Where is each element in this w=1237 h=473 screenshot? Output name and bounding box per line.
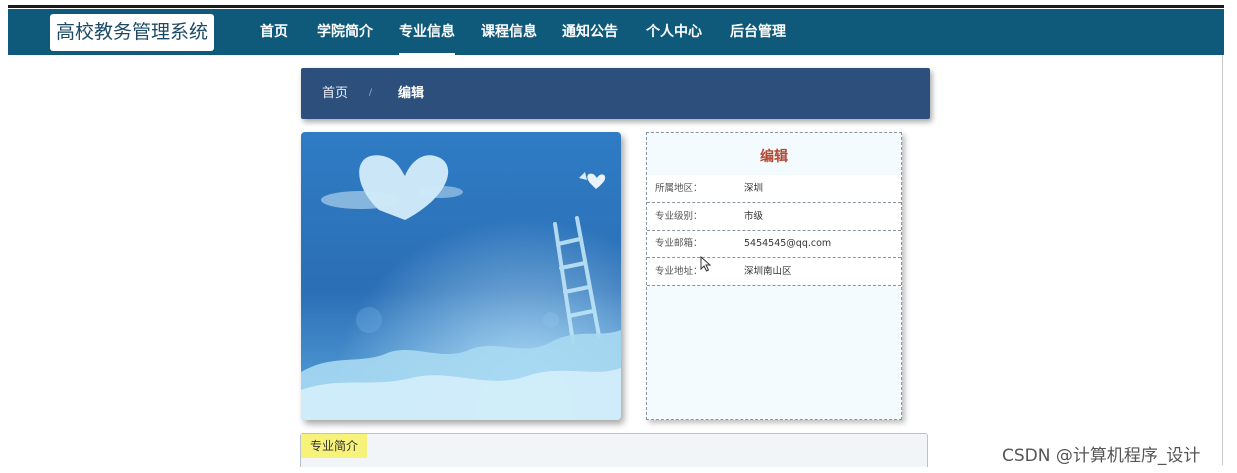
sky-heart-cloud-ladder-image [301,132,621,420]
detail-value: 5454545@qq.com [744,238,832,249]
nav-item-course-info[interactable]: 课程信息 [481,9,537,55]
detail-row-address: 专业地址： 深圳南山区 [647,258,901,286]
detail-label: 专业邮箱： [655,238,703,249]
nav-item-home[interactable]: 首页 [260,9,288,55]
detail-row-region: 所属地区： 深圳 [647,175,901,203]
breadcrumb-home-link[interactable]: 首页 [322,68,348,119]
detail-label: 专业级别： [655,211,703,222]
major-intro-panel: 专业简介 [300,433,928,467]
breadcrumb: 首页 / 编辑 [301,68,930,119]
page-right-edge [1222,55,1223,465]
nav-item-college-intro[interactable]: 学院简介 [317,9,373,55]
detail-value: 深圳南山区 [744,266,792,277]
site-brand[interactable]: 高校教务管理系统 [50,14,215,51]
top-border-rule [8,5,1224,8]
detail-value: 深圳 [744,183,764,194]
mouse-pointer-icon [700,256,712,272]
major-detail-card: 编辑 所属地区： 深圳 专业级别： 市级 专业邮箱： 5454545@qq.co… [646,132,902,420]
nav-item-admin[interactable]: 后台管理 [730,9,786,55]
detail-label: 所属地区： [655,183,703,194]
detail-row-email: 专业邮箱： 5454545@qq.com [647,230,901,258]
detail-card-title: 编辑 [760,149,788,165]
detail-label: 专业地址： [655,266,703,277]
breadcrumb-separator: / [369,88,373,98]
nav-item-personal-center[interactable]: 个人中心 [646,9,702,55]
detail-row-level: 专业级别： 市级 [647,203,901,231]
intro-tab[interactable]: 专业简介 [301,434,368,458]
detail-value: 市级 [744,211,764,222]
breadcrumb-current: 编辑 [398,86,425,101]
top-navbar: 高校教务管理系统 首页 学院简介 专业信息 课程信息 通知公告 个人中心 后台管… [8,9,1224,55]
major-cover-image [301,132,621,420]
nav-item-major-info[interactable]: 专业信息 [399,9,455,55]
nav-item-notices[interactable]: 通知公告 [562,9,618,55]
watermark: CSDN @计算机程序_设计 [1002,446,1201,466]
